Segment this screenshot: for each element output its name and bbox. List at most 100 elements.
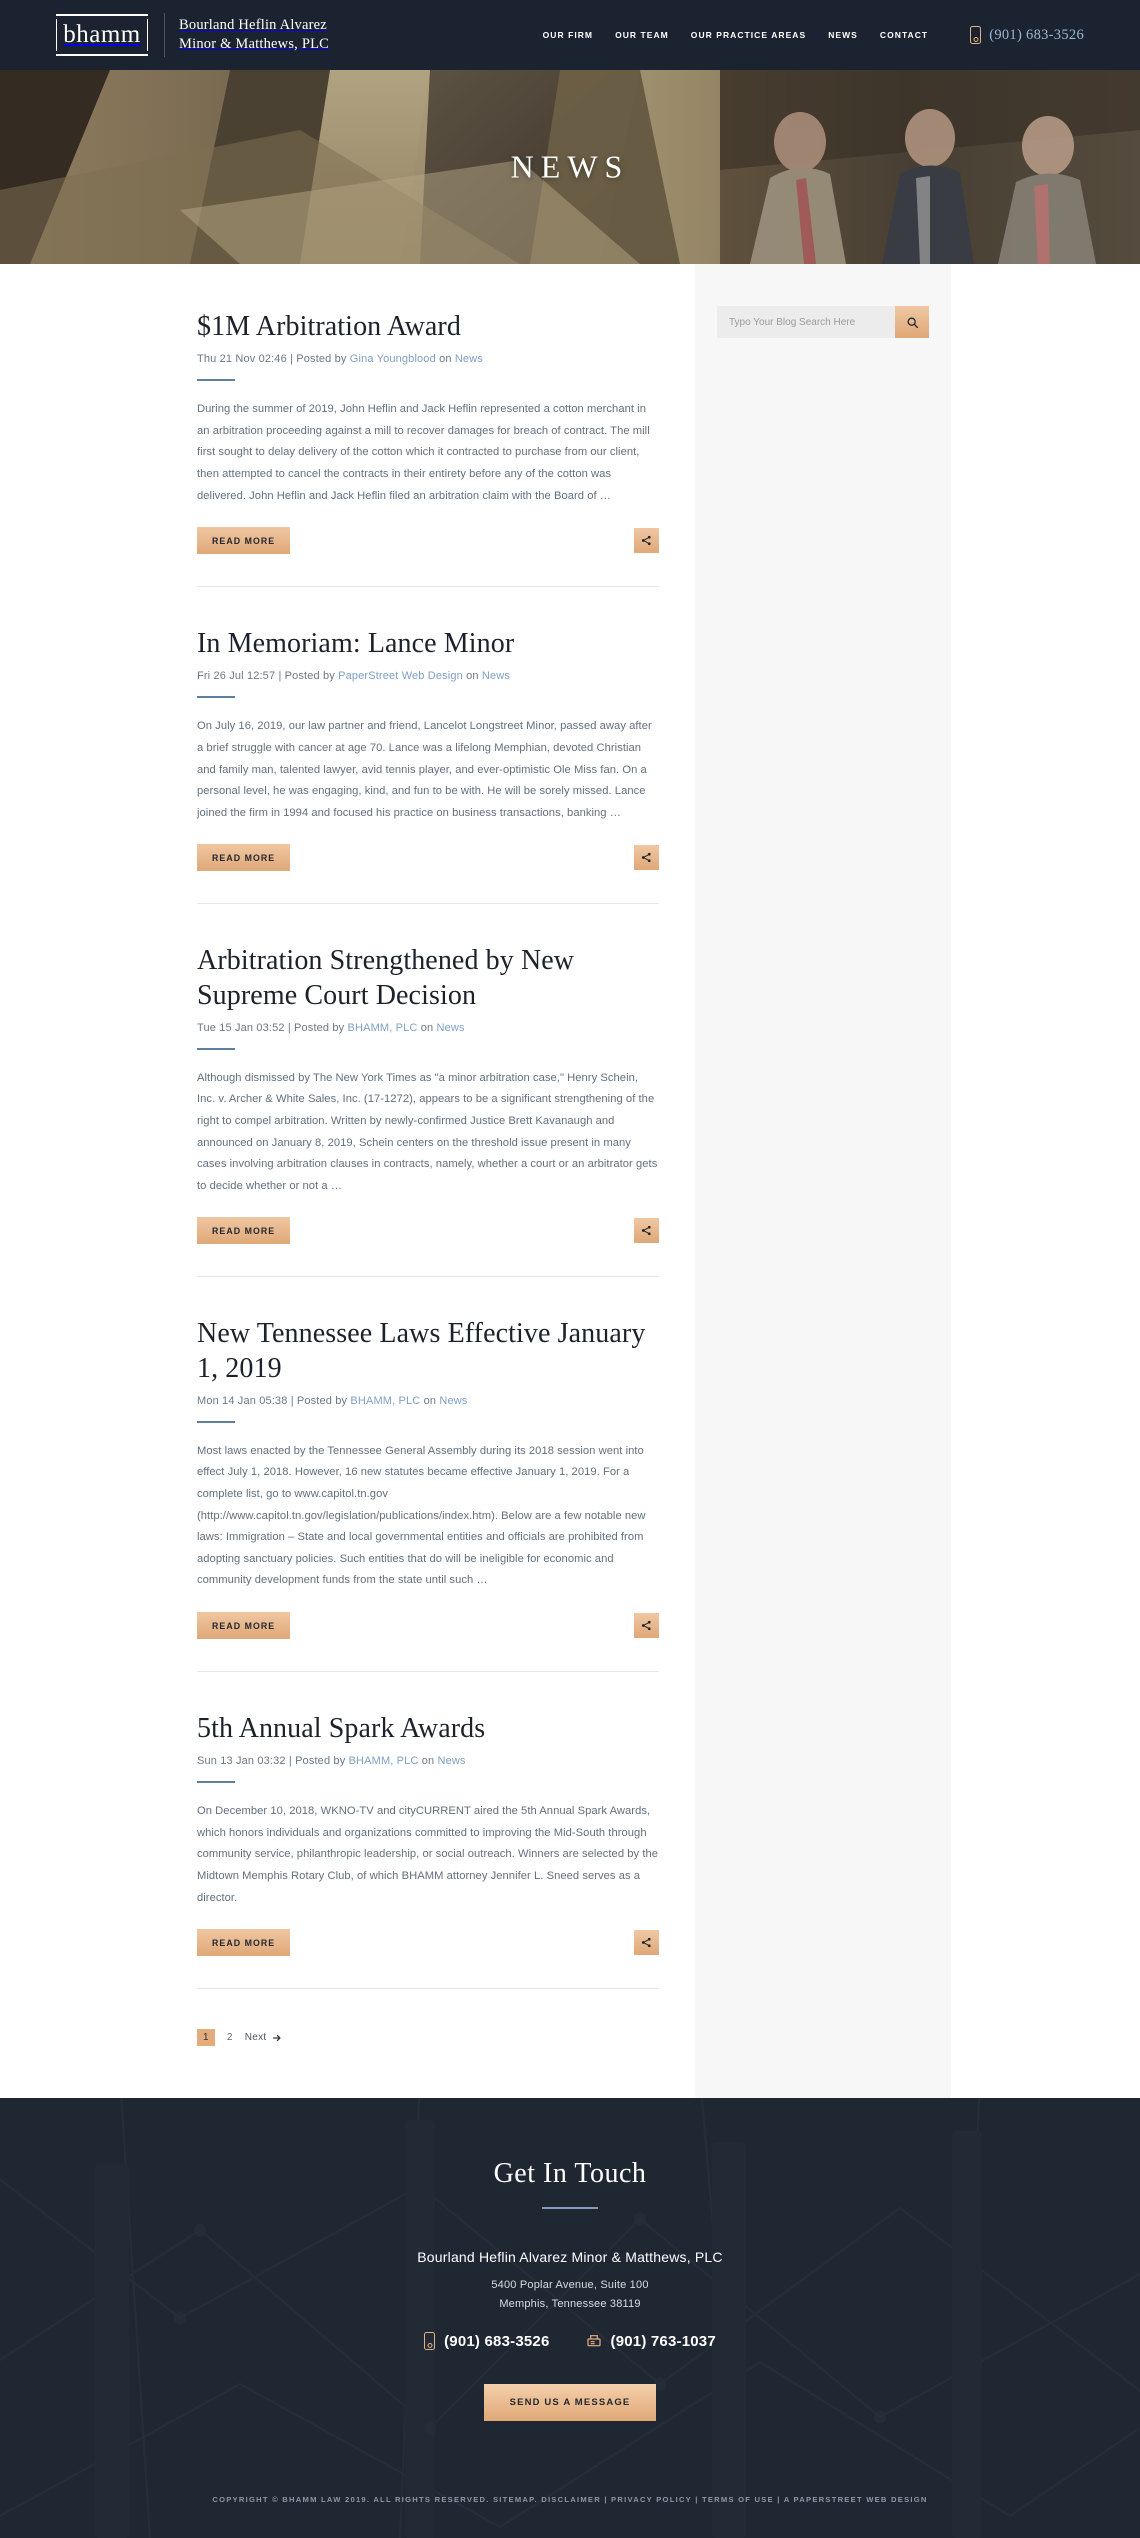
brand-divider xyxy=(164,13,165,57)
post-category-link[interactable]: News xyxy=(438,1755,466,1767)
post-author-link[interactable]: Gina Youngblood xyxy=(350,353,436,365)
post-meta: Thu 21 Nov 02:46 | Posted by Gina Youngb… xyxy=(197,353,659,365)
read-more-button[interactable]: READ MORE xyxy=(197,1929,291,1957)
post-category-link[interactable]: News xyxy=(439,1395,467,1407)
post-meta: Sun 13 Jan 03:32 | Posted by BHAMM, PLC … xyxy=(197,1755,659,1767)
post-excerpt: Most laws enacted by the Tennessee Gener… xyxy=(197,1444,646,1587)
content-column: $1M Arbitration Award Thu 21 Nov 02:46 |… xyxy=(0,264,695,2098)
read-more-button[interactable]: READ MORE xyxy=(197,844,291,872)
post-excerpt: On December 10, 2018, WKNO-TV and cityCU… xyxy=(197,1805,659,1904)
posted-by-label: | Posted by xyxy=(290,1394,348,1407)
post-actions: READ MORE xyxy=(197,1929,659,1957)
post-title[interactable]: New Tennessee Laws Effective January 1, … xyxy=(197,1317,659,1385)
send-message-button[interactable]: SEND US A MESSAGE xyxy=(483,2384,657,2422)
post-category-link[interactable]: News xyxy=(437,1022,465,1034)
meta-divider xyxy=(197,1420,235,1423)
post-list: $1M Arbitration Award Thu 21 Nov 02:46 |… xyxy=(197,310,659,2098)
post-author-link[interactable]: BHAMM, PLC xyxy=(349,1755,419,1767)
site-footer: Get In Touch Bourland Heflin Alvarez Min… xyxy=(0,2098,1140,2538)
post-meta: Tue 15 Jan 03:52 | Posted by BHAMM, PLC … xyxy=(197,1022,659,1034)
main-navigation: OUR FIRM OUR TEAM OUR PRACTICE AREAS NEW… xyxy=(543,26,1084,44)
post-item: $1M Arbitration Award Thu 21 Nov 02:46 |… xyxy=(197,310,659,588)
page-body: $1M Arbitration Award Thu 21 Nov 02:46 |… xyxy=(0,264,1140,2099)
post-author-link[interactable]: BHAMM, PLC xyxy=(348,1022,418,1034)
posted-by-label: | Posted by xyxy=(287,1021,345,1034)
posted-by-label: | Posted by xyxy=(288,1755,346,1768)
share-icon[interactable] xyxy=(634,1218,659,1244)
footer-fax-number[interactable]: (901) 763-1037 xyxy=(611,2333,716,2350)
nav-item-our-firm[interactable]: OUR FIRM xyxy=(543,30,593,40)
page-title: NEWS xyxy=(510,148,630,185)
post-item: Arbitration Strengthened by New Supreme … xyxy=(197,944,659,1278)
post-actions: READ MORE xyxy=(197,527,659,555)
nav-item-our-team[interactable]: OUR TEAM xyxy=(615,30,669,40)
on-label: on xyxy=(420,1021,434,1034)
bhamm-logo-mark: bhamm xyxy=(56,14,148,56)
nav-item-contact[interactable]: CONTACT xyxy=(880,30,928,40)
pagination: 1 2 Next xyxy=(197,2029,659,2098)
post-date: Thu 21 Nov 02:46 xyxy=(197,353,287,366)
footer-content: Get In Touch Bourland Heflin Alvarez Min… xyxy=(0,2158,1140,2451)
on-label: on xyxy=(466,670,479,683)
meta-divider xyxy=(197,696,235,699)
right-gutter xyxy=(951,264,1140,2099)
post-item: New Tennessee Laws Effective January 1, … xyxy=(197,1317,659,1672)
post-actions: READ MORE xyxy=(197,1217,659,1245)
hero-banner: NEWS xyxy=(0,70,1140,264)
post-title[interactable]: $1M Arbitration Award xyxy=(197,310,659,344)
post-title[interactable]: In Memoriam: Lance Minor xyxy=(197,627,659,661)
read-more-button[interactable]: READ MORE xyxy=(197,1217,291,1245)
brand-logo-link[interactable]: bhamm Bourland Heflin Alvarez Minor & Ma… xyxy=(56,13,329,57)
mobile-phone-icon xyxy=(970,26,982,44)
footer-phone-number[interactable]: (901) 683-3526 xyxy=(444,2333,549,2350)
meta-divider xyxy=(197,379,235,382)
search-icon xyxy=(907,317,918,328)
post-title[interactable]: Arbitration Strengthened by New Supreme … xyxy=(197,944,659,1012)
post-category-link[interactable]: News xyxy=(482,670,510,682)
share-icon[interactable] xyxy=(634,528,659,554)
sidebar xyxy=(695,264,951,2099)
mobile-phone-icon xyxy=(424,2332,436,2351)
posted-by-label: | Posted by xyxy=(278,670,335,683)
footer-firm-name: Bourland Heflin Alvarez Minor & Matthews… xyxy=(417,2249,723,2266)
post-date: Fri 26 Jul 12:57 xyxy=(197,670,276,683)
pagination-page-2[interactable]: 2 xyxy=(227,2032,233,2043)
header-phone-number[interactable]: (901) 683-3526 xyxy=(989,27,1084,44)
search-submit-button[interactable] xyxy=(895,306,929,338)
post-category-link[interactable]: News xyxy=(455,353,483,365)
share-icon[interactable] xyxy=(634,1612,659,1638)
post-title[interactable]: 5th Annual Spark Awards xyxy=(197,1712,659,1746)
meta-divider xyxy=(197,1781,235,1784)
footer-heading: Get In Touch xyxy=(493,2158,647,2190)
pagination-page-1[interactable]: 1 xyxy=(197,2029,215,2047)
post-excerpt: On July 16, 2019, our law partner and fr… xyxy=(197,720,652,819)
footer-fax: (901) 763-1037 xyxy=(586,2333,716,2350)
footer-address-line-1: 5400 Poplar Avenue, Suite 100 xyxy=(491,2279,649,2292)
brand-name-line2: Minor & Matthews, PLC xyxy=(179,36,330,52)
read-more-button[interactable]: READ MORE xyxy=(197,1611,291,1639)
post-item: In Memoriam: Lance Minor Fri 26 Jul 12:5… xyxy=(197,627,659,905)
share-icon[interactable] xyxy=(634,845,659,871)
post-date: Mon 14 Jan 05:38 xyxy=(197,1394,288,1407)
brand-name: Bourland Heflin Alvarez Minor & Matthews… xyxy=(179,16,329,54)
footer-divider xyxy=(542,2207,598,2210)
post-actions: READ MORE xyxy=(197,1611,659,1639)
post-author-link[interactable]: BHAMM, PLC xyxy=(350,1395,420,1407)
nav-item-our-practice-areas[interactable]: OUR PRACTICE AREAS xyxy=(691,30,806,40)
site-header: bhamm Bourland Heflin Alvarez Minor & Ma… xyxy=(0,0,1140,70)
on-label: on xyxy=(423,1394,437,1407)
logo-wordmark: bhamm xyxy=(63,20,141,48)
posted-by-label: | Posted by xyxy=(290,353,347,366)
read-more-button[interactable]: READ MORE xyxy=(197,527,291,555)
share-icon[interactable] xyxy=(634,1930,659,1956)
footer-address-line-2: Memphis, Tennessee 38119 xyxy=(499,2298,641,2311)
post-author-link[interactable]: PaperStreet Web Design xyxy=(338,670,463,682)
nav-item-news[interactable]: NEWS xyxy=(828,30,858,40)
post-date: Tue 15 Jan 03:52 xyxy=(197,1021,285,1034)
pagination-next[interactable]: Next xyxy=(245,2032,282,2043)
blog-search-widget xyxy=(717,306,929,338)
brand-name-line1: Bourland Heflin Alvarez xyxy=(179,16,327,33)
post-excerpt: Although dismissed by The New York Times… xyxy=(197,1071,658,1192)
search-input[interactable] xyxy=(717,306,895,338)
post-item: 5th Annual Spark Awards Sun 13 Jan 03:32… xyxy=(197,1712,659,1990)
